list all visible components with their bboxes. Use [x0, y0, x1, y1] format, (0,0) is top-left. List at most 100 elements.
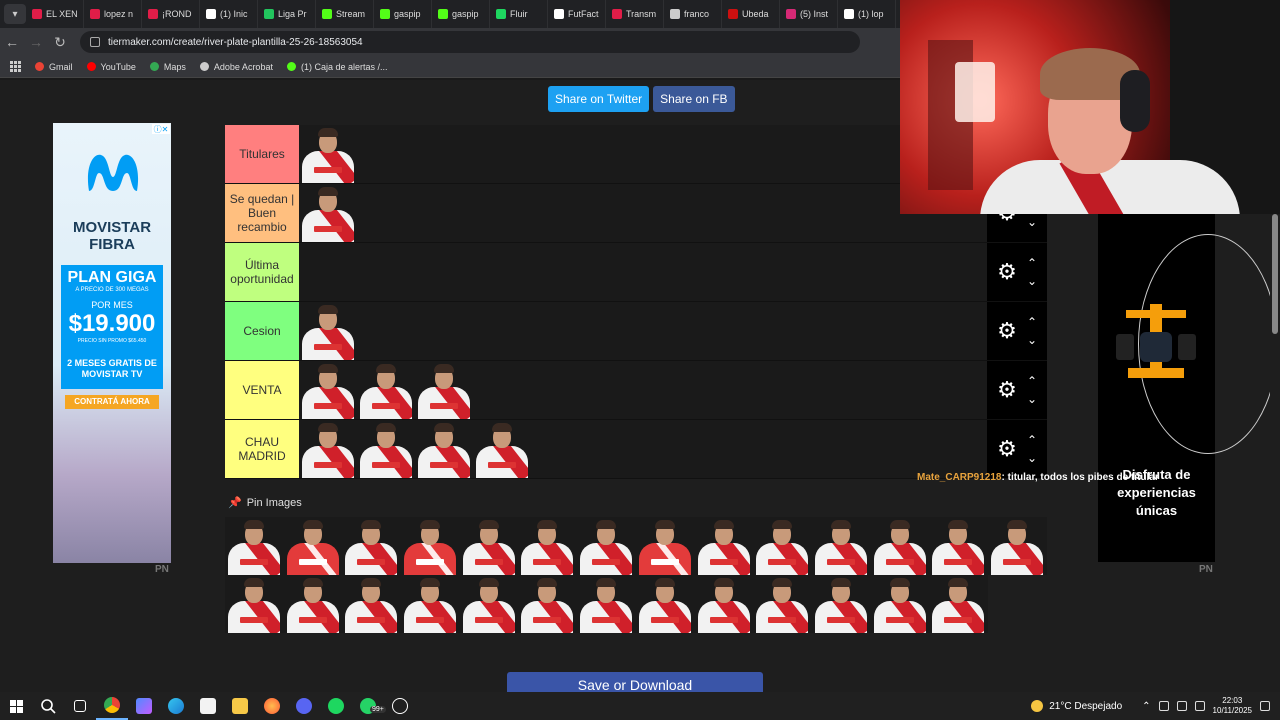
ad-right[interactable]: Disfruta de experiencias únicas — [1098, 214, 1278, 562]
scrollbar-thumb[interactable] — [1272, 214, 1278, 334]
player-card[interactable] — [357, 361, 415, 419]
pool-player-card[interactable] — [870, 517, 930, 575]
pool-player-card[interactable] — [694, 517, 754, 575]
pool-player-card[interactable] — [225, 517, 284, 575]
reload-icon[interactable]: ↻ — [48, 30, 72, 54]
pool-player-card[interactable] — [929, 575, 988, 633]
pool-player-card[interactable] — [401, 575, 460, 633]
share-facebook-button[interactable]: Share on FB — [653, 86, 735, 112]
notifications-icon[interactable] — [1260, 701, 1270, 711]
pool-player-card[interactable] — [753, 575, 812, 633]
gear-icon[interactable]: ⚙ — [997, 261, 1017, 283]
ad-cta-button[interactable]: CONTRATÁ AHORA — [65, 395, 159, 409]
gear-icon[interactable]: ⚙ — [997, 320, 1017, 342]
pool-player-card[interactable] — [225, 575, 284, 633]
chevron-up-icon[interactable]: ⌃ — [1027, 316, 1037, 328]
browser-tab[interactable]: gaspip — [432, 0, 490, 28]
obs-taskbar-icon[interactable] — [288, 692, 320, 720]
store-taskbar-icon[interactable] — [192, 692, 224, 720]
share-twitter-button[interactable]: Share on Twitter — [548, 86, 650, 112]
chevron-down-icon[interactable]: ⌄ — [1027, 452, 1037, 464]
pool-player-card[interactable] — [870, 575, 930, 633]
pool-player-card[interactable] — [401, 517, 460, 575]
firefox-taskbar-icon[interactable] — [256, 692, 288, 720]
player-card[interactable] — [299, 302, 357, 360]
pool-player-card[interactable] — [283, 517, 343, 575]
search-icon[interactable] — [32, 692, 64, 720]
pool-player-card[interactable] — [811, 517, 871, 575]
tier-label[interactable]: CHAU MADRID — [225, 420, 299, 478]
tier-label[interactable]: Última oportunidad — [225, 243, 299, 301]
pool-player-card[interactable] — [811, 575, 871, 633]
player-card[interactable] — [473, 420, 531, 478]
pool-player-card[interactable] — [987, 517, 1047, 575]
pool-player-card[interactable] — [518, 575, 578, 633]
explorer-taskbar-icon[interactable] — [224, 692, 256, 720]
volume-icon[interactable] — [1176, 701, 1187, 711]
back-icon[interactable]: ← — [0, 30, 24, 54]
player-card[interactable] — [415, 420, 473, 478]
copilot-taskbar-icon[interactable] — [128, 692, 160, 720]
site-info-icon[interactable] — [90, 37, 100, 47]
bookmark-item[interactable]: Maps — [149, 62, 186, 72]
browser-tab[interactable]: Liga Pr — [258, 0, 316, 28]
browser-tab[interactable]: lopez n — [84, 0, 142, 28]
spotify-taskbar-icon[interactable] — [320, 692, 352, 720]
tier-drop-zone[interactable] — [299, 361, 1047, 419]
ad-left-movistar[interactable]: ⓘ✕ MOVISTAR FIBRA PLAN GIGA A PRECIO DE … — [53, 123, 171, 563]
bookmark-item[interactable]: Gmail — [35, 62, 73, 72]
whatsapp-taskbar-icon[interactable]: 99+ — [352, 692, 386, 720]
browser-tab[interactable]: gaspip — [374, 0, 432, 28]
tier-label[interactable]: Cesion — [225, 302, 299, 360]
tier-label[interactable]: Se quedan | Buen recambio — [225, 184, 299, 242]
browser-tab[interactable]: (1) lop — [838, 0, 896, 28]
tier-drop-zone[interactable] — [299, 243, 1047, 301]
pool-player-card[interactable] — [518, 517, 578, 575]
pool-player-card[interactable] — [459, 575, 519, 633]
player-card[interactable] — [299, 125, 357, 183]
battery-icon[interactable] — [1194, 701, 1205, 711]
browser-tab[interactable]: Stream — [316, 0, 374, 28]
pool-player-card[interactable] — [577, 517, 636, 575]
adchoices-icon[interactable]: ⓘ✕ — [152, 124, 170, 134]
browser-tab[interactable]: Ubeda — [722, 0, 780, 28]
apps-grid-icon[interactable] — [10, 61, 21, 72]
pool-player-card[interactable] — [694, 575, 754, 633]
player-card[interactable] — [299, 420, 357, 478]
tier-drop-zone[interactable] — [299, 302, 1047, 360]
pool-player-card[interactable] — [283, 575, 343, 633]
page-scrollbar[interactable] — [1270, 214, 1280, 692]
gear-icon[interactable]: ⚙ — [997, 438, 1017, 460]
browser-tab[interactable]: ¡ROND — [142, 0, 200, 28]
browser-tab[interactable]: Fluir — [490, 0, 548, 28]
recording-taskbar-icon[interactable] — [384, 692, 416, 720]
chevron-down-icon[interactable]: ⌄ — [1027, 275, 1037, 287]
browser-tab[interactable]: (1) Inic — [200, 0, 258, 28]
pool-player-card[interactable] — [577, 575, 636, 633]
bookmark-item[interactable]: (1) Caja de alertas /... — [286, 62, 388, 72]
player-card[interactable] — [357, 420, 415, 478]
tier-label[interactable]: Titulares — [225, 125, 299, 183]
start-button[interactable] — [0, 692, 32, 720]
chevron-down-icon[interactable]: ⌄ — [1027, 216, 1037, 228]
weather-widget[interactable]: 21°C Despejado — [1031, 700, 1122, 712]
save-download-button[interactable]: Save or Download — [507, 672, 763, 692]
browser-tab[interactable]: (5) Inst — [780, 0, 838, 28]
pool-player-card[interactable] — [342, 575, 402, 633]
browser-tab[interactable]: franco — [664, 0, 722, 28]
network-icon[interactable] — [1158, 701, 1169, 711]
edge-taskbar-icon[interactable] — [160, 692, 192, 720]
pool-player-card[interactable] — [635, 575, 695, 633]
task-view-icon[interactable] — [64, 692, 96, 720]
chrome-taskbar-icon[interactable] — [96, 692, 128, 720]
player-card[interactable] — [299, 361, 357, 419]
browser-tab[interactable]: EL XEN — [26, 0, 84, 28]
chevron-up-icon[interactable]: ⌃ — [1142, 701, 1150, 712]
forward-icon[interactable]: → — [24, 30, 48, 54]
pool-player-card[interactable] — [635, 517, 695, 575]
bookmark-item[interactable]: YouTube — [86, 62, 136, 72]
chevron-up-icon[interactable]: ⌃ — [1027, 257, 1037, 269]
tier-drop-zone[interactable] — [299, 420, 1047, 478]
browser-tab[interactable]: Transm — [606, 0, 664, 28]
chevron-down-icon[interactable]: ⌄ — [1027, 393, 1037, 405]
